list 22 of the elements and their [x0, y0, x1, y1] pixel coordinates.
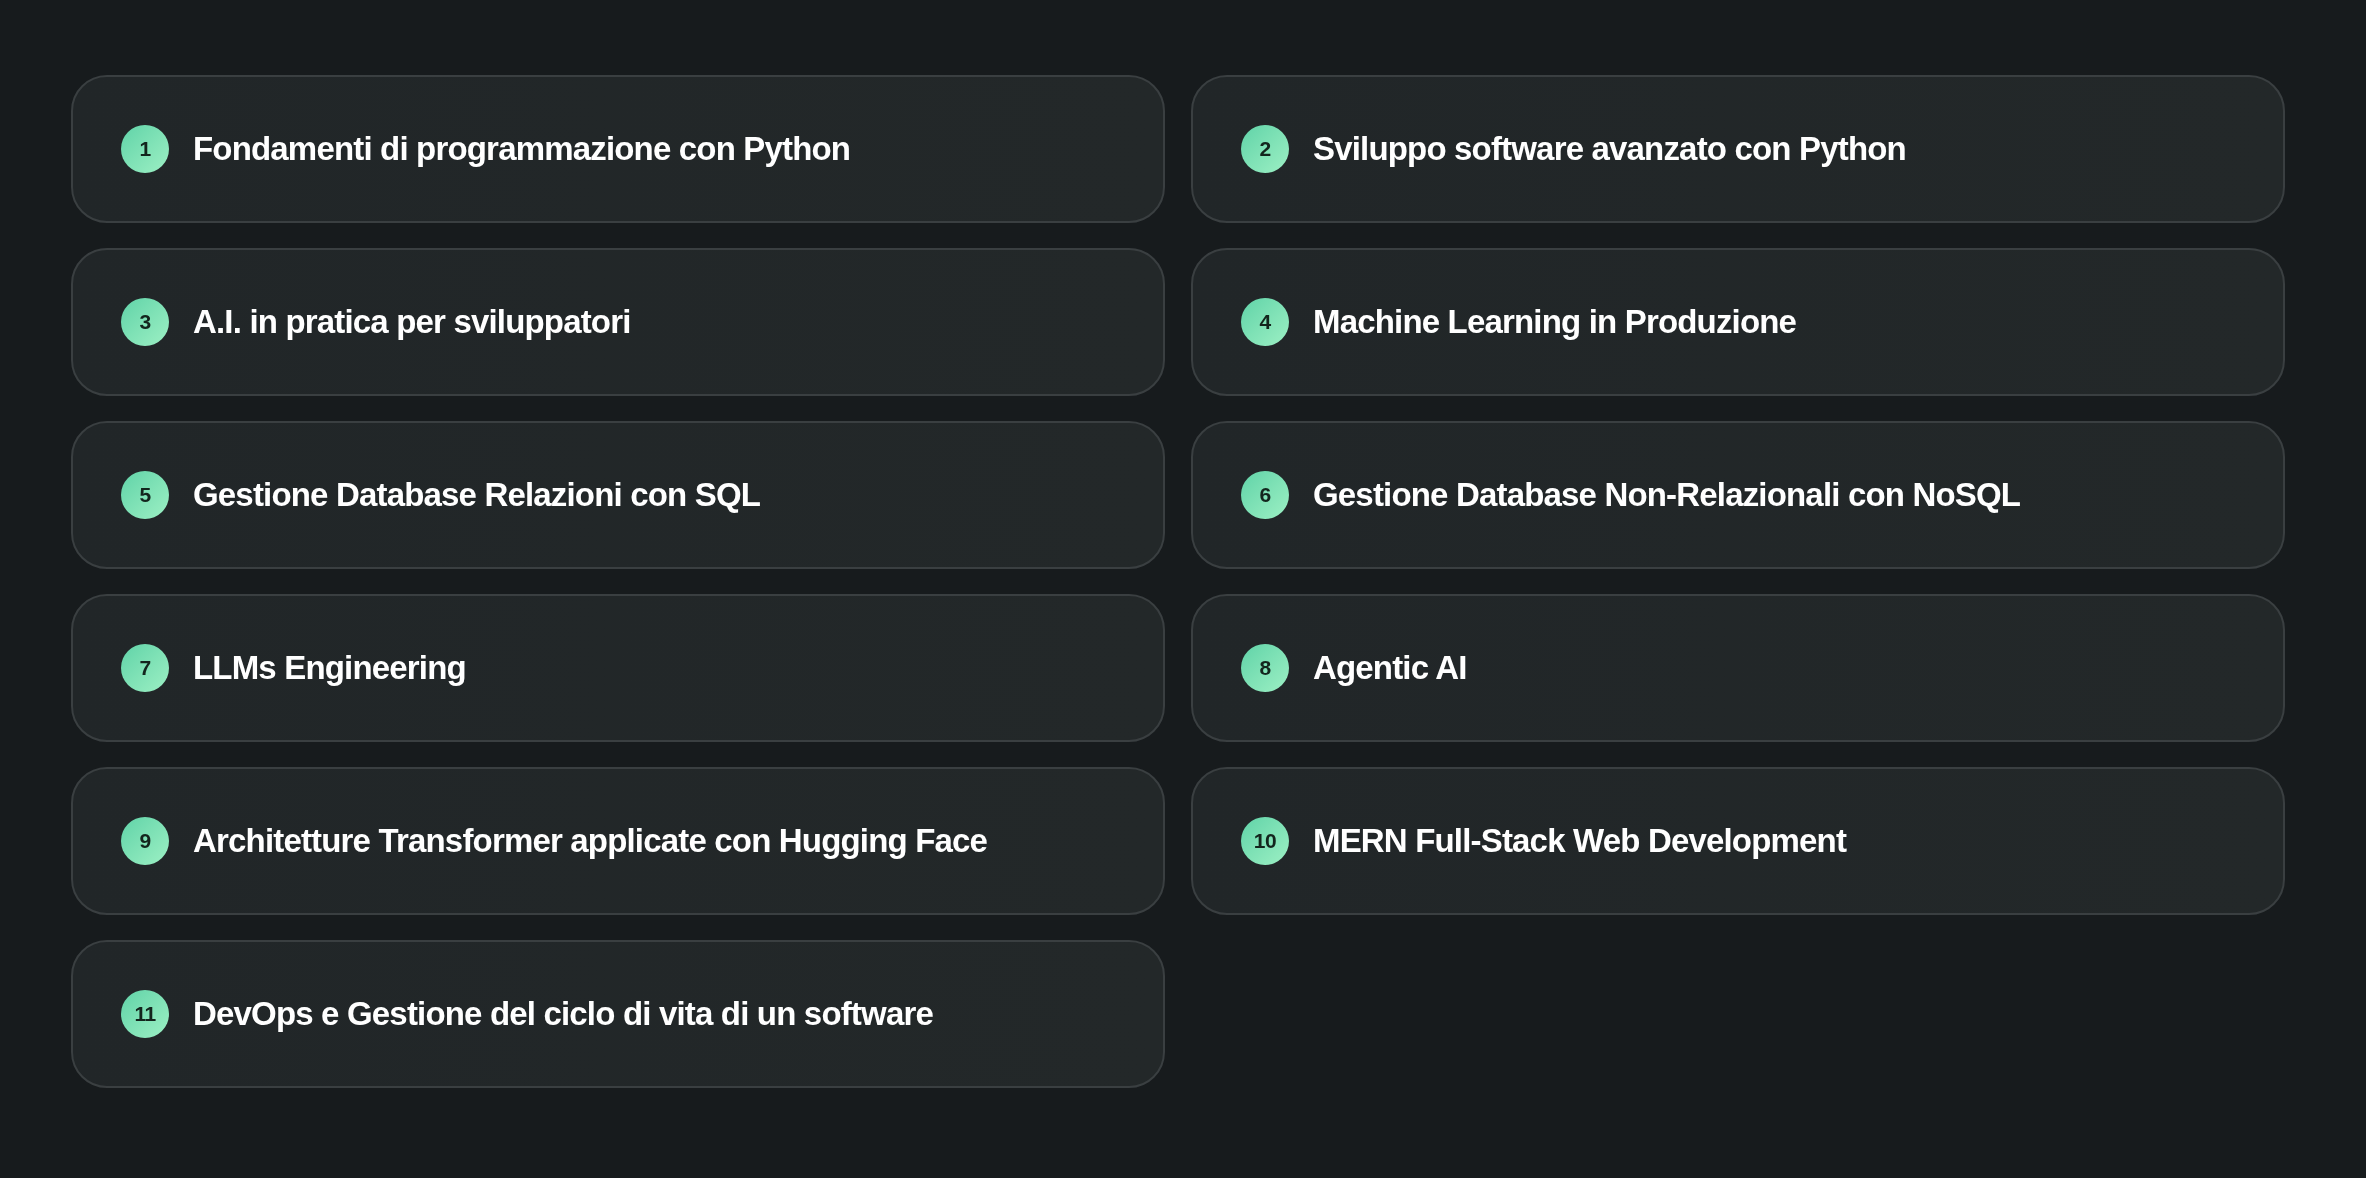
course-title: Gestione Database Relazioni con SQL	[193, 475, 761, 516]
number-badge: 3	[121, 298, 169, 346]
course-title: Sviluppo software avanzato con Python	[1313, 129, 1906, 170]
course-title: Fondamenti di programmazione con Python	[193, 129, 851, 170]
number-badge: 1	[121, 125, 169, 173]
number-badge: 11	[121, 990, 169, 1038]
course-title: Agentic AI	[1313, 648, 1467, 689]
number-badge: 6	[1241, 471, 1289, 519]
course-title: Gestione Database Non-Relazionali con NoSQL	[1313, 475, 2021, 516]
course-title: DevOps e Gestione del ciclo di vita di un software	[193, 994, 933, 1035]
number-badge: 4	[1241, 298, 1289, 346]
number-badge: 10	[1241, 817, 1289, 865]
number-badge: 5	[121, 471, 169, 519]
number-badge: 2	[1241, 125, 1289, 173]
number-badge: 7	[121, 644, 169, 692]
number-badge: 9	[121, 817, 169, 865]
course-title: LLMs Engineering	[193, 648, 466, 689]
course-title: Machine Learning in Produzione	[1313, 302, 1797, 343]
course-title: MERN Full-Stack Web Development	[1313, 821, 1847, 862]
course-title: A.I. in pratica per sviluppatori	[193, 302, 631, 343]
number-badge: 8	[1241, 644, 1289, 692]
course-title: Architetture Transformer applicate con Hugging Face	[193, 821, 988, 862]
